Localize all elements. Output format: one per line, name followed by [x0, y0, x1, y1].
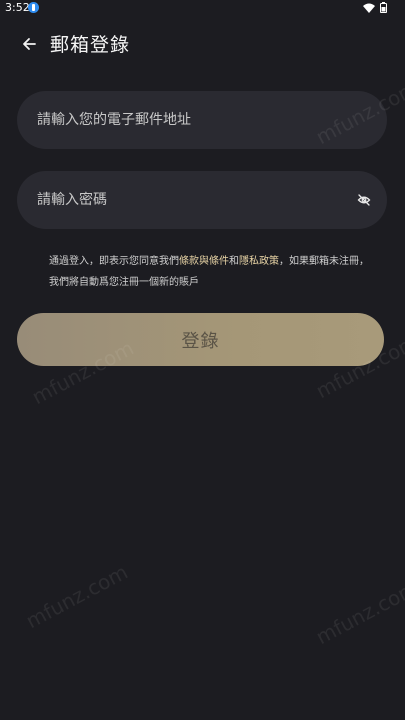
email-field-container	[17, 91, 387, 149]
back-button[interactable]	[17, 32, 41, 56]
terms-prefix: 通過登入，即表示您同意我們	[49, 256, 179, 267]
notification-icon	[28, 2, 39, 13]
terms-link[interactable]: 條款與條件	[179, 256, 229, 267]
wifi-icon	[363, 3, 375, 13]
login-button-label: 登錄	[181, 330, 220, 352]
arrow-left-icon	[23, 38, 36, 50]
terms-notice: 通過登入，即表示您同意我們條款與條件和隱私政策，如果郵箱未注冊，我們將自動爲您注…	[49, 251, 369, 293]
login-button[interactable]: 登錄	[17, 313, 384, 366]
battery-icon	[380, 2, 387, 13]
status-time: 3:52	[5, 1, 30, 14]
terms-conjunction: 和	[229, 256, 239, 267]
password-input[interactable]	[37, 171, 337, 229]
email-input[interactable]	[37, 91, 337, 149]
password-field-container	[17, 171, 387, 229]
privacy-link[interactable]: 隱私政策	[239, 256, 279, 267]
watermark: mfunz.com	[22, 559, 132, 634]
watermark: mfunz.com	[312, 575, 405, 650]
status-bar: 3:52	[0, 0, 405, 16]
page-title: 郵箱登錄	[50, 34, 131, 56]
eye-off-icon[interactable]	[357, 193, 371, 207]
